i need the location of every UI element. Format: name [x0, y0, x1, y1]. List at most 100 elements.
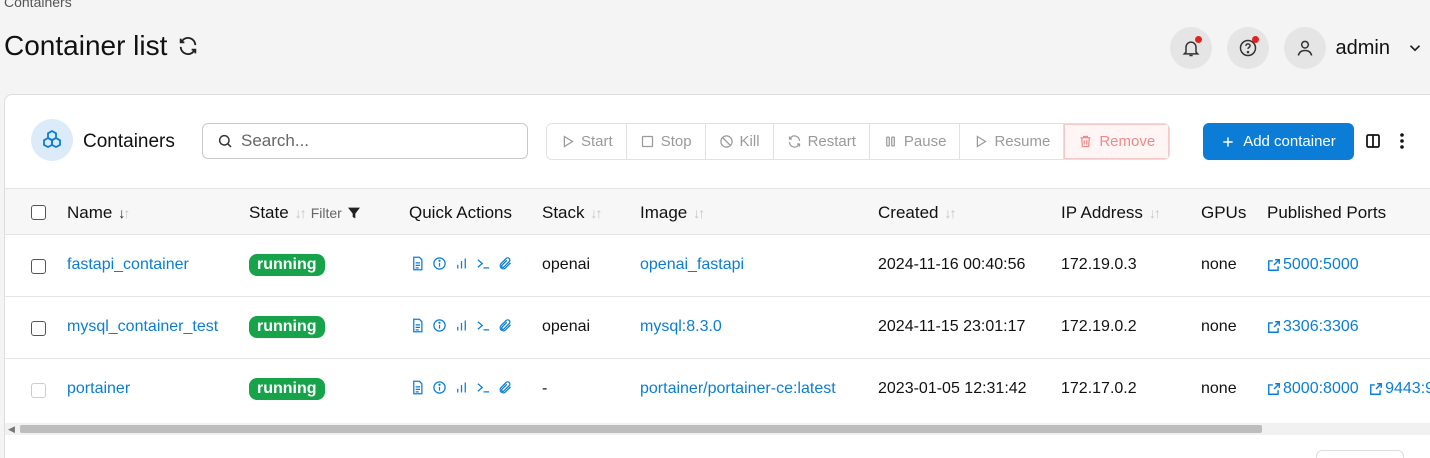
scroll-left-icon[interactable]: ◀ — [8, 424, 15, 435]
plus-icon — [1223, 136, 1233, 147]
kill-button[interactable]: Kill — [705, 124, 774, 159]
horizontal-scrollbar[interactable]: ◀ — [5, 423, 1430, 435]
port-link[interactable]: 8000:8000 — [1267, 380, 1359, 398]
sort-icon: ↓↑ — [944, 205, 956, 221]
notifications-button[interactable] — [1169, 27, 1212, 69]
add-container-label: Add container — [1243, 133, 1336, 150]
container-name-link[interactable]: fastapi_container — [67, 256, 189, 274]
status-badge: running — [249, 378, 325, 400]
ip-value: 172.19.0.2 — [1061, 318, 1137, 335]
column-quick-actions: Quick Actions — [409, 203, 512, 223]
table-header: Name ↓↑ State ↓↑ Filter Quick Actions Stac… — [5, 188, 1430, 235]
breadcrumb[interactable]: Containers — [4, 0, 72, 10]
column-state[interactable]: State ↓↑ Filter — [249, 203, 362, 223]
published-ports: 5000:5000 — [1267, 256, 1365, 277]
logs-icon[interactable] — [410, 256, 425, 271]
restart-label: Restart — [807, 133, 856, 150]
search-icon — [218, 134, 232, 148]
quick-actions — [410, 318, 513, 333]
add-container-button[interactable]: Add container — [1203, 123, 1354, 160]
port-label: 5000:5000 — [1283, 256, 1359, 273]
sort-icon: ↓↑ — [1148, 205, 1161, 221]
user-name[interactable]: admin — [1336, 37, 1390, 60]
restart-button[interactable]: Restart — [773, 124, 870, 159]
container-actions: Start Stop Kill Restart Pause Resume Rem… — [546, 123, 1171, 160]
column-ports-label: Published Ports — [1267, 203, 1387, 222]
more-options-icon[interactable] — [1399, 133, 1405, 149]
logs-icon[interactable] — [410, 380, 425, 395]
table-toolbar: Containers Start Stop Kill Restart Pause… — [5, 95, 1430, 188]
console-icon[interactable] — [476, 380, 491, 395]
stats-icon[interactable] — [454, 380, 469, 395]
resume-label: Resume — [994, 133, 1051, 150]
kill-label: Kill — [739, 133, 760, 150]
column-ip[interactable]: IP Address ↓↑ — [1061, 203, 1161, 223]
stop-button[interactable]: Stop — [626, 124, 706, 159]
scrollbar-thumb[interactable] — [20, 425, 1262, 433]
remove-button[interactable]: Remove — [1064, 124, 1170, 159]
status-badge: running — [249, 254, 325, 276]
port-link[interactable]: 5000:5000 — [1267, 256, 1359, 274]
row-checkbox[interactable] — [31, 321, 46, 336]
search-box[interactable] — [202, 123, 528, 159]
console-icon[interactable] — [476, 318, 491, 333]
ban-icon — [719, 135, 733, 148]
port-link[interactable]: 9443:9 — [1369, 380, 1430, 398]
refresh-icon[interactable] — [177, 35, 199, 57]
image-link[interactable]: portainer/portainer-ce:latest — [640, 380, 836, 398]
attach-icon[interactable] — [498, 318, 513, 333]
column-image-label: Image — [640, 203, 688, 222]
port-link[interactable]: 3306:3306 — [1267, 318, 1359, 336]
stats-icon[interactable] — [454, 256, 469, 271]
select-all-checkbox[interactable] — [31, 205, 46, 220]
help-button[interactable] — [1226, 27, 1269, 69]
pause-label: Pause — [903, 133, 947, 150]
user-avatar[interactable] — [1283, 27, 1326, 69]
search-input[interactable] — [241, 131, 521, 151]
column-name[interactable]: Name ↓↑ — [67, 203, 130, 223]
column-stack[interactable]: Stack ↓↑ — [542, 203, 603, 223]
info-icon[interactable] — [432, 256, 447, 271]
stack-value: openai — [542, 256, 591, 273]
play-icon — [563, 135, 574, 148]
pause-button[interactable]: Pause — [869, 124, 961, 159]
info-icon[interactable] — [432, 318, 447, 333]
row-checkbox[interactable] — [31, 383, 46, 398]
quick-actions — [410, 380, 513, 395]
filter-icon — [347, 207, 360, 219]
chevron-down-icon[interactable] — [1406, 39, 1424, 57]
container-name-link[interactable]: mysql_container_test — [67, 318, 218, 336]
start-label: Start — [581, 133, 613, 150]
row-checkbox[interactable] — [31, 259, 46, 274]
column-gpus-label: GPUs — [1201, 203, 1247, 222]
info-icon[interactable] — [432, 380, 447, 395]
header-actions: admin — [1155, 27, 1430, 69]
page-title: Container list — [4, 30, 199, 62]
column-ports: Published Ports — [1267, 203, 1386, 223]
columns-icon[interactable] — [1365, 133, 1381, 149]
table-row: fastapi_container running openai openai_… — [5, 235, 1430, 297]
pagination-select[interactable] — [1316, 450, 1404, 458]
column-stack-label: Stack — [542, 203, 585, 222]
table-row: mysql_container_test running openai mysq… — [5, 297, 1430, 359]
attach-icon[interactable] — [498, 256, 513, 271]
column-image[interactable]: Image ↓↑ — [640, 203, 705, 223]
column-created[interactable]: Created ↓↑ — [878, 203, 956, 223]
attach-icon[interactable] — [498, 380, 513, 395]
stop-label: Stop — [660, 133, 692, 150]
resume-button[interactable]: Resume — [960, 124, 1065, 159]
column-state-label: State — [249, 203, 289, 222]
image-link[interactable]: openai_fastapi — [640, 256, 744, 274]
image-link[interactable]: mysql:8.3.0 — [640, 318, 722, 336]
logs-icon[interactable] — [410, 318, 425, 333]
container-name-link[interactable]: portainer — [67, 380, 130, 398]
console-icon[interactable] — [476, 256, 491, 271]
sort-icon: ↓↑ — [590, 205, 603, 221]
gpus-value: none — [1201, 318, 1237, 335]
stats-icon[interactable] — [454, 318, 469, 333]
external-link-icon — [1370, 383, 1383, 395]
containers-panel: Containers Start Stop Kill Restart Pause… — [4, 94, 1430, 458]
start-button[interactable]: Start — [547, 124, 627, 159]
page-title-text: Container list — [4, 30, 168, 61]
state-filter[interactable]: Filter — [311, 205, 362, 221]
